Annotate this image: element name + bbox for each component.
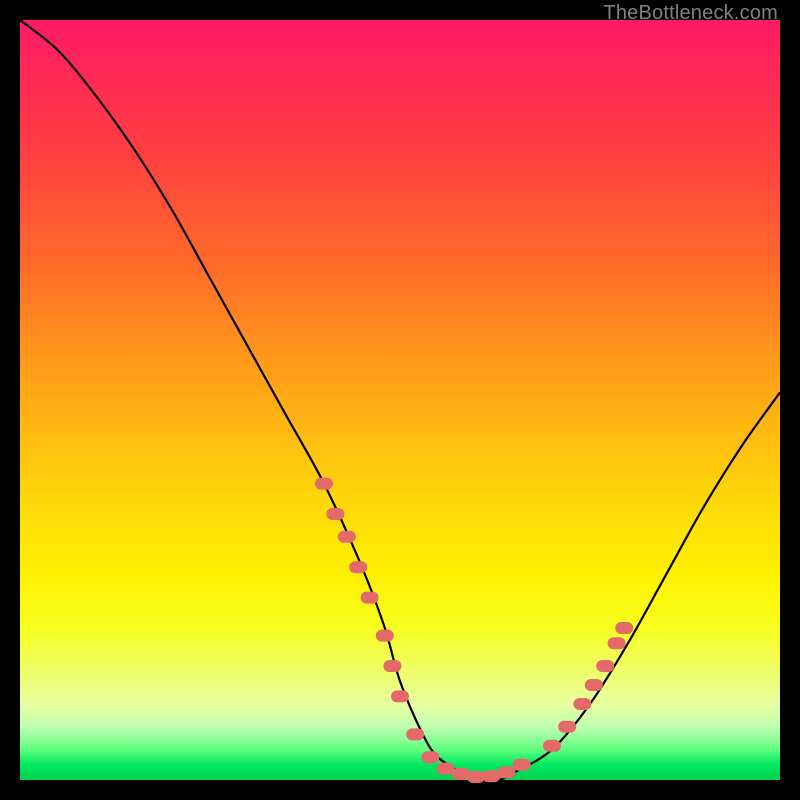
curve-marker [543,740,561,752]
curve-marker [338,531,356,543]
curve-marker [391,690,409,702]
curve-marker [406,728,424,740]
curve-marker [421,751,439,763]
curve-marker [452,768,470,780]
curve-marker [585,679,603,691]
curve-marker [513,759,531,771]
curve-marker [615,622,633,634]
curve-marker [437,763,455,775]
curve-marker [383,660,401,672]
curve-layer [20,20,780,780]
marker-group [315,478,633,783]
curve-marker [608,637,626,649]
curve-marker [573,698,591,710]
curve-marker [376,630,394,642]
chart-frame: TheBottleneck.com [0,0,800,800]
curve-marker [497,766,515,778]
gradient-plot-area [20,20,780,780]
curve-marker [326,508,344,520]
curve-marker [596,660,614,672]
curve-marker [558,721,576,733]
curve-marker [315,478,333,490]
watermark-text: TheBottleneck.com [603,2,778,25]
curve-marker [349,561,367,573]
curve-marker [361,592,379,604]
